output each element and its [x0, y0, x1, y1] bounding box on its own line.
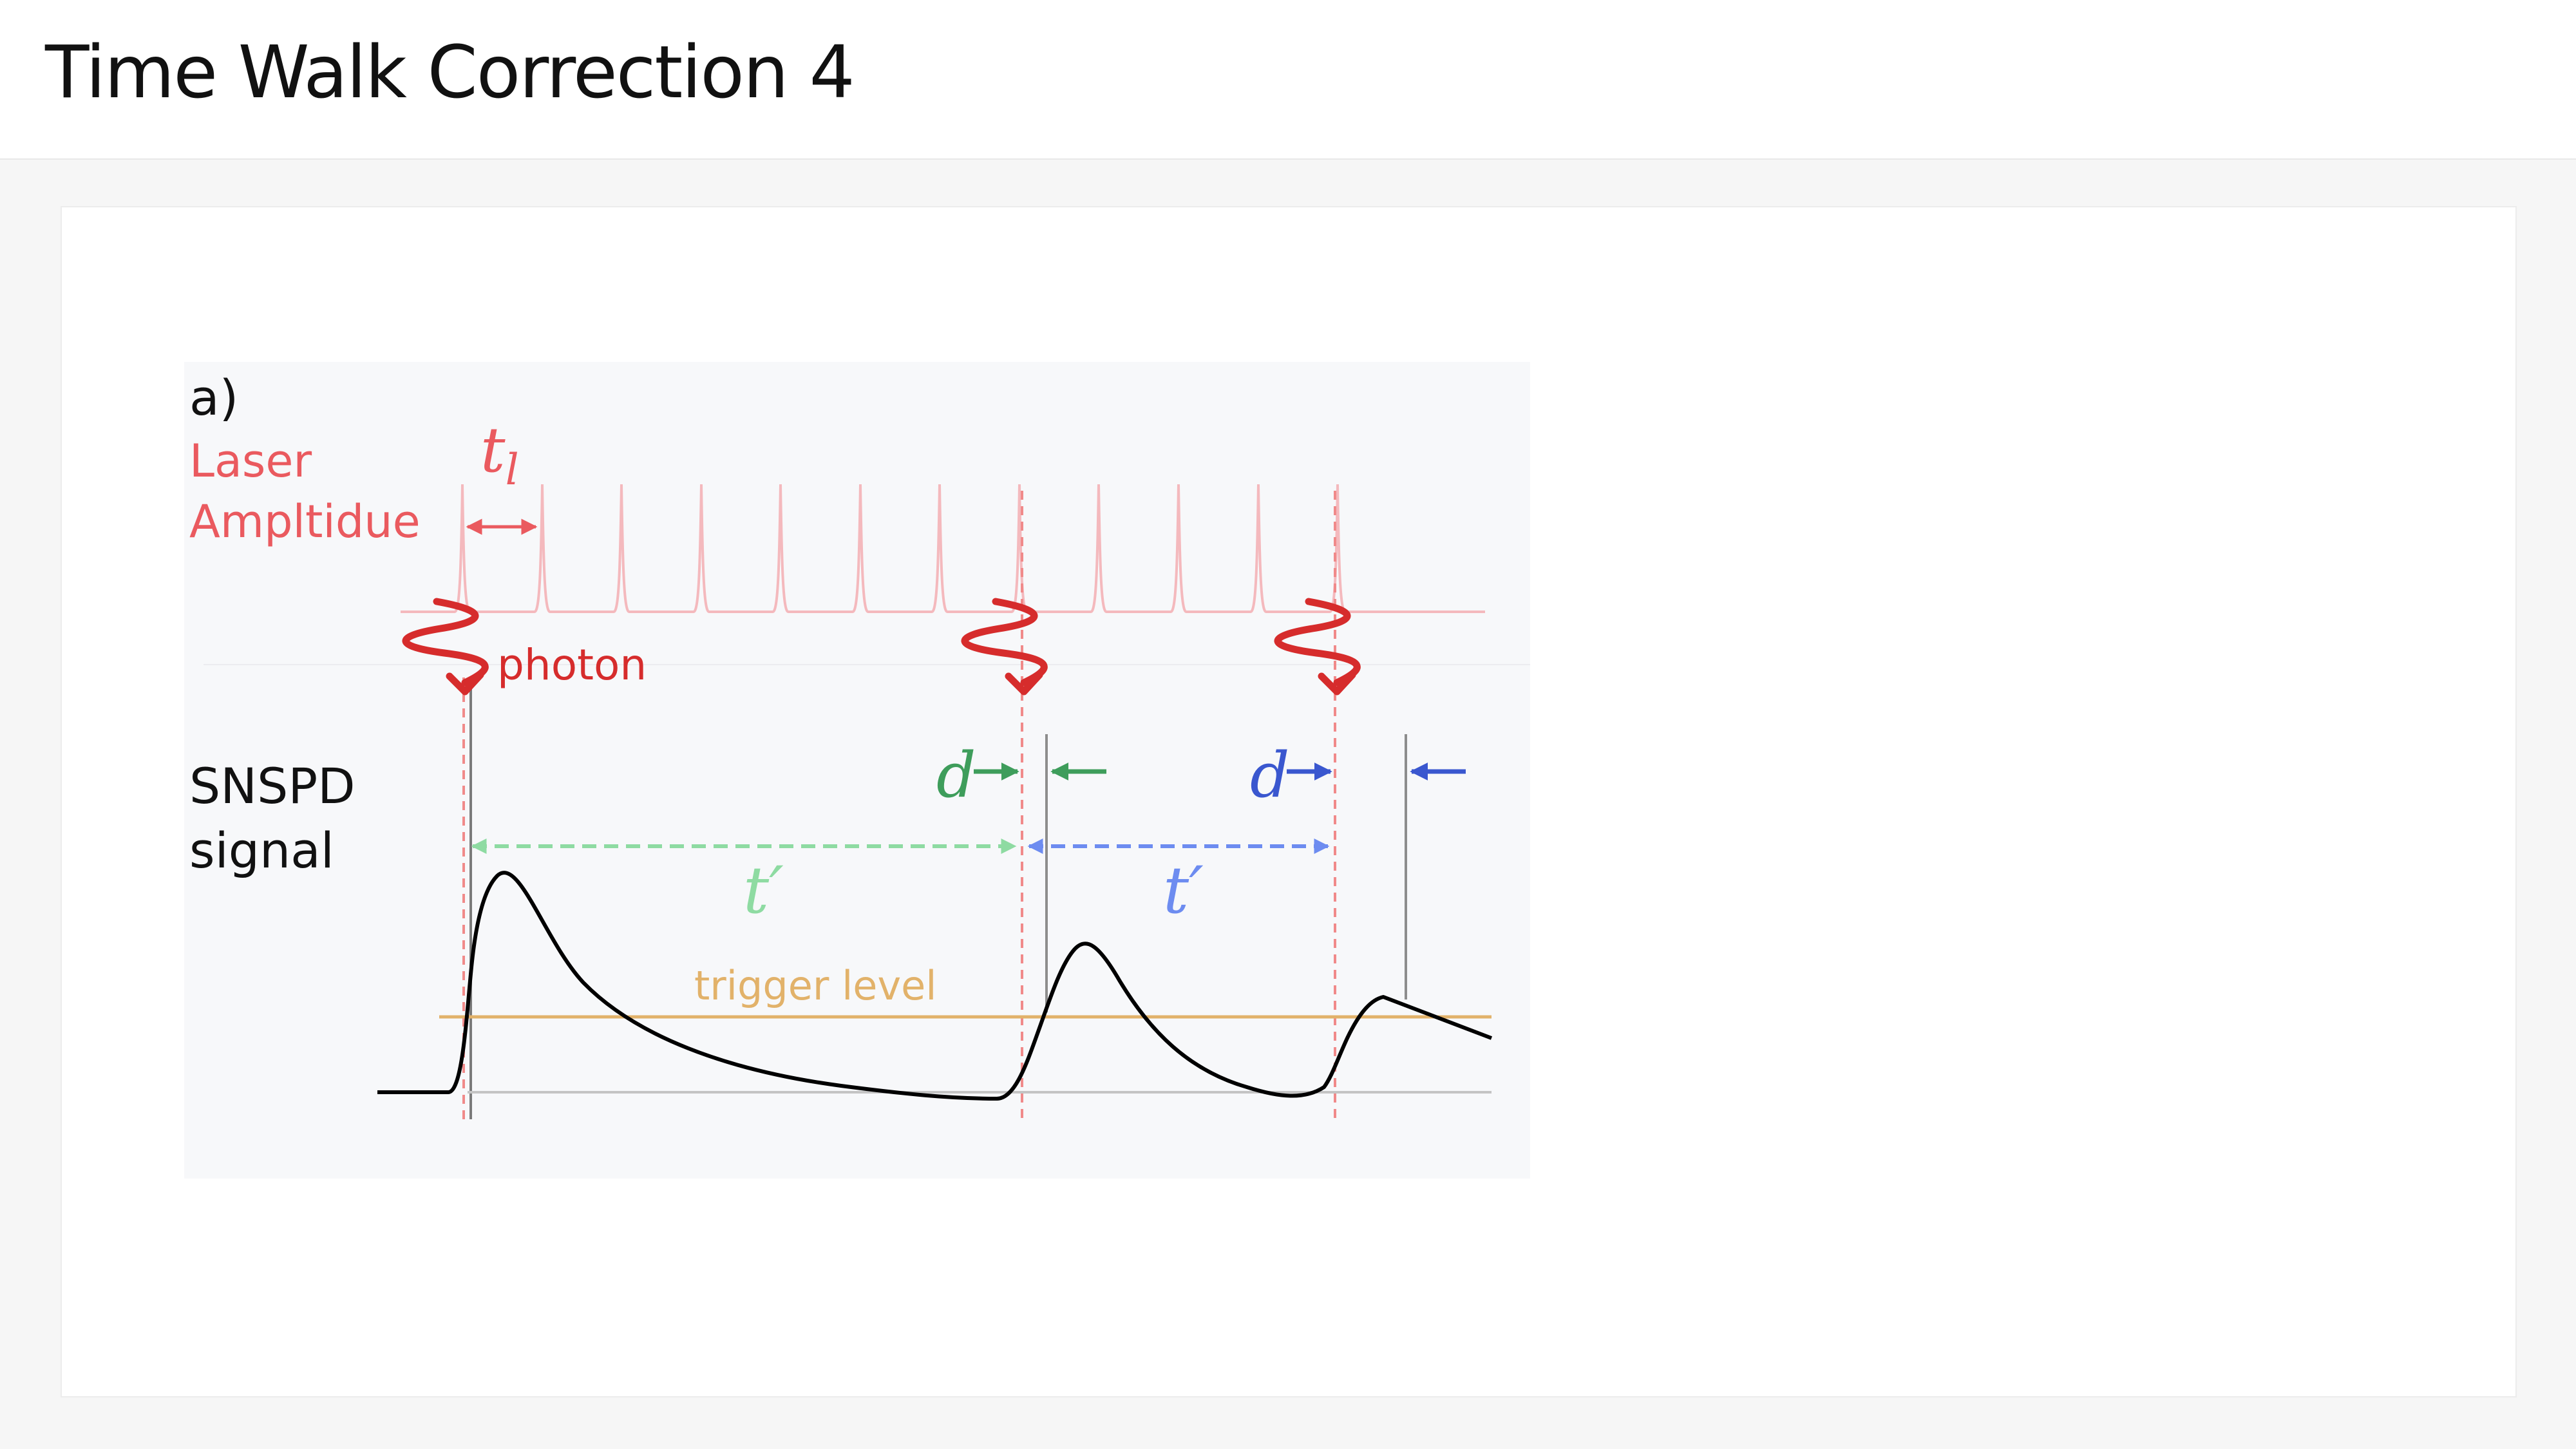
content-card: a) Laser Ampltidue SNSPD signal tl photo… [61, 206, 2517, 1397]
interval-label-2: t′ [1163, 853, 1204, 928]
laser-label-line1: Laser [189, 435, 312, 488]
diagram-svg: a) Laser Ampltidue SNSPD signal tl photo… [184, 362, 1530, 1179]
laser-label-line2: Ampltidue [189, 495, 421, 548]
panel-label: a) [189, 369, 238, 426]
photon-label: photon [497, 640, 647, 690]
page-title: Time Walk Correction 4 [45, 31, 855, 115]
trigger-level-label: trigger level [694, 962, 937, 1009]
interval-label-1: t′ [743, 853, 784, 928]
page-header: Time Walk Correction 4 [0, 0, 2576, 160]
delay-label-2: d [1250, 739, 1289, 811]
delay-label-1: d [936, 739, 976, 811]
snspd-label-line1: SNSPD [189, 757, 355, 815]
snspd-label-line2: signal [189, 822, 334, 879]
time-walk-diagram: a) Laser Ampltidue SNSPD signal tl photo… [184, 362, 1601, 1180]
